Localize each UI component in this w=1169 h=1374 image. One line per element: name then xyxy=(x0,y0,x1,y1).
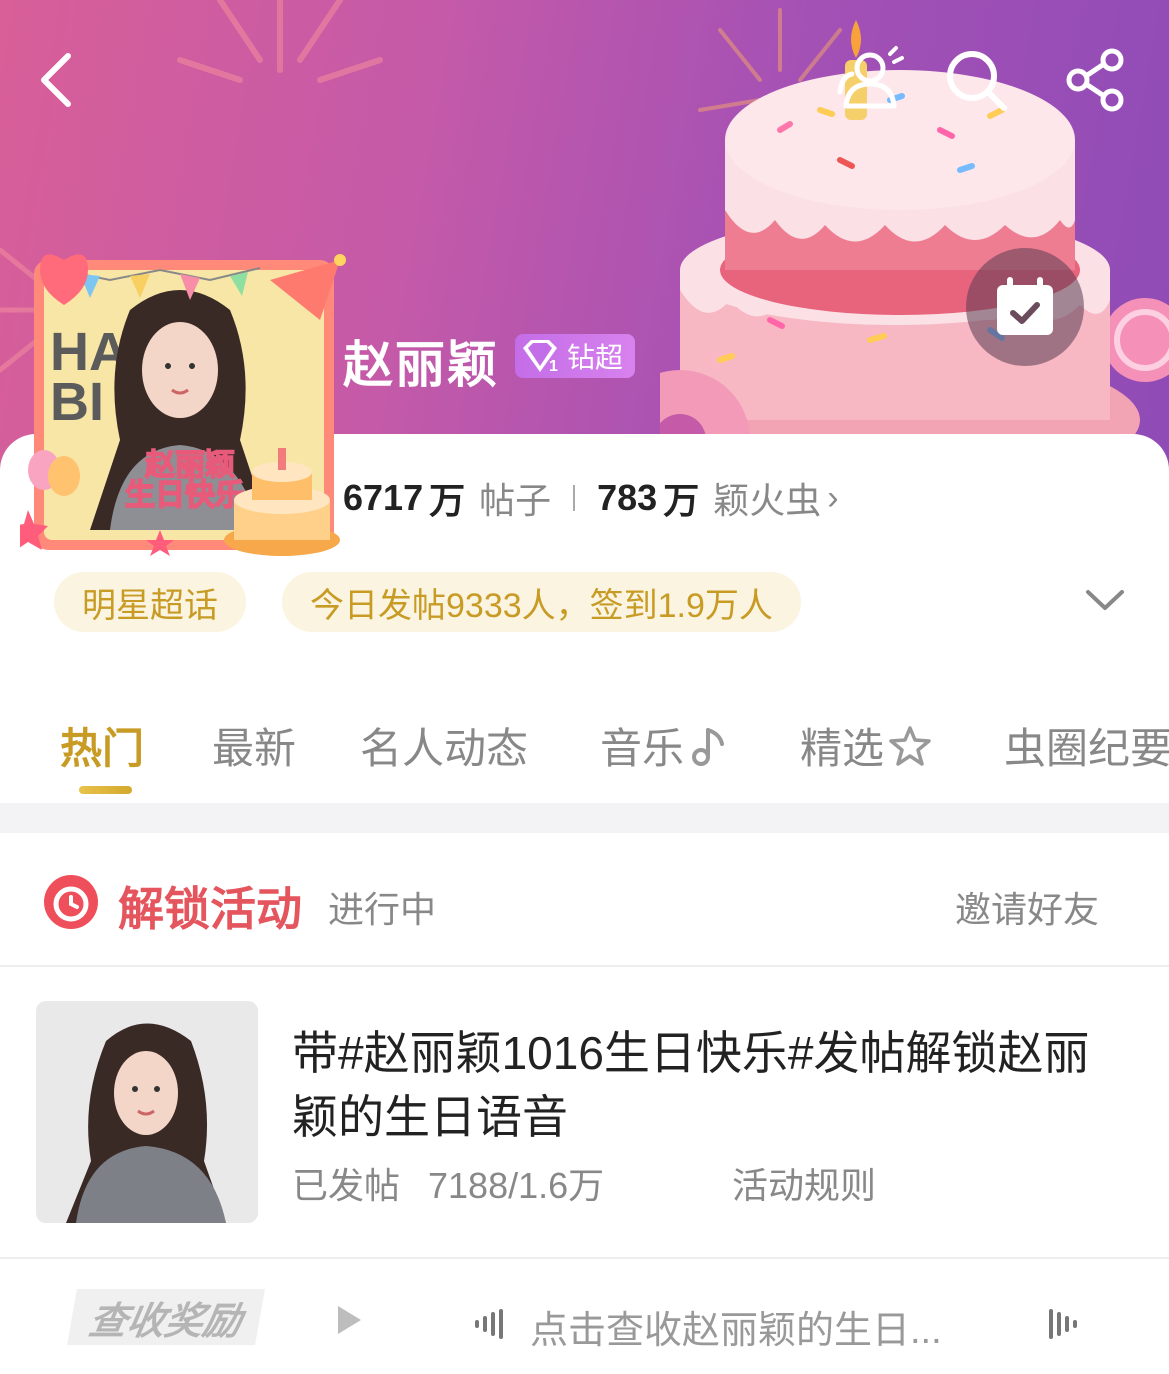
firework-decoration xyxy=(177,0,383,83)
birthday-voice-text[interactable]: 点击查收赵丽颖的生日... xyxy=(530,1299,942,1354)
reward-voice-bar: 查收奖励 点击查收赵丽颖的生日... xyxy=(0,1259,1169,1374)
fans-count-unit: 万 xyxy=(663,480,700,521)
today-activity-pill[interactable]: 今日发帖9333人，签到1.9万人 xyxy=(282,572,801,632)
avatar-text-name: 赵丽颖 xyxy=(145,449,235,482)
activity-progress-value: 7188/1.6万 xyxy=(428,1165,605,1206)
claim-reward-button[interactable]: 查收奖励 xyxy=(67,1289,265,1345)
activity-thumbnail xyxy=(36,1001,258,1223)
activity-rules-link[interactable]: 活动规则 xyxy=(732,1157,876,1209)
category-pill[interactable]: 明星超话 xyxy=(54,572,246,632)
posts-count: 6717 xyxy=(343,477,424,518)
tab-featured-label: 精选 xyxy=(800,725,885,772)
active-tab-indicator xyxy=(79,786,132,794)
badge-label: 钻超 xyxy=(567,342,624,373)
sound-wave-icon xyxy=(1049,1309,1077,1339)
tab-music[interactable]: 音乐 xyxy=(600,715,730,776)
stats-divider xyxy=(573,485,576,511)
claim-reward-label: 查收奖励 xyxy=(85,1300,245,1343)
level-badge[interactable]: 1 钻超 xyxy=(515,334,636,378)
badge-level: 1 xyxy=(549,358,558,374)
topic-title: 赵丽颖 xyxy=(343,337,499,393)
tab-music-label: 音乐 xyxy=(600,725,685,772)
avatar-text-wish: 生日快乐 xyxy=(125,479,245,512)
posts-count-unit: 万 xyxy=(429,480,466,521)
activity-status: 进行中 xyxy=(328,889,437,930)
chevron-right-icon: › xyxy=(827,478,839,517)
sound-wave-icon xyxy=(475,1309,503,1339)
topic-avatar[interactable]: HA BI 赵丽颖 生日快乐 xyxy=(20,240,350,570)
posts-label: 帖子 xyxy=(479,480,552,521)
tab-bar: 热门 最新 名人动态 音乐 精选 虫圈纪要 xyxy=(0,705,1169,785)
chevron-down-icon[interactable] xyxy=(1082,580,1128,620)
share-icon[interactable] xyxy=(1060,44,1132,116)
activity-progress-label: 已发帖 xyxy=(292,1165,401,1206)
activity-title: 解锁活动 xyxy=(118,883,302,935)
fans-label: 颖火虫 xyxy=(713,480,822,521)
tab-latest[interactable]: 最新 xyxy=(212,715,296,776)
music-note-icon xyxy=(692,727,725,766)
star-icon xyxy=(889,725,931,766)
checkin-calendar-button[interactable] xyxy=(966,248,1084,366)
tab-hot[interactable]: 热门 xyxy=(60,715,144,776)
tab-fan-circle-digest[interactable]: 虫圈纪要 xyxy=(1004,715,1169,776)
tab-featured[interactable]: 精选 xyxy=(800,715,934,776)
alarm-clock-icon xyxy=(44,875,98,929)
section-divider xyxy=(0,803,1169,833)
topic-stats[interactable]: 6717 万 帖子 783 万 颖火虫 › xyxy=(343,473,839,523)
activity-card[interactable]: 带#赵丽颖1016生日快乐#发帖解锁赵丽颖的生日语音 已发帖 7188/1.6万… xyxy=(0,967,1169,1259)
back-icon[interactable] xyxy=(24,44,96,116)
search-icon[interactable] xyxy=(940,44,1012,116)
play-icon[interactable] xyxy=(334,1303,364,1337)
members-icon[interactable] xyxy=(834,44,906,116)
tab-celebrity-updates[interactable]: 名人动态 xyxy=(360,715,528,776)
fans-count: 783 xyxy=(597,477,658,518)
avatar-poster-text: BI xyxy=(50,372,104,432)
activity-description: 带#赵丽颖1016生日快乐#发帖解锁赵丽颖的生日语音 xyxy=(292,1027,1090,1143)
diamond-icon: 1 xyxy=(523,340,558,374)
activity-header: 解锁活动 进行中 邀请好友 xyxy=(0,833,1169,967)
calendar-check-icon xyxy=(997,277,1053,335)
invite-friends-link[interactable]: 邀请好友 xyxy=(955,881,1099,933)
